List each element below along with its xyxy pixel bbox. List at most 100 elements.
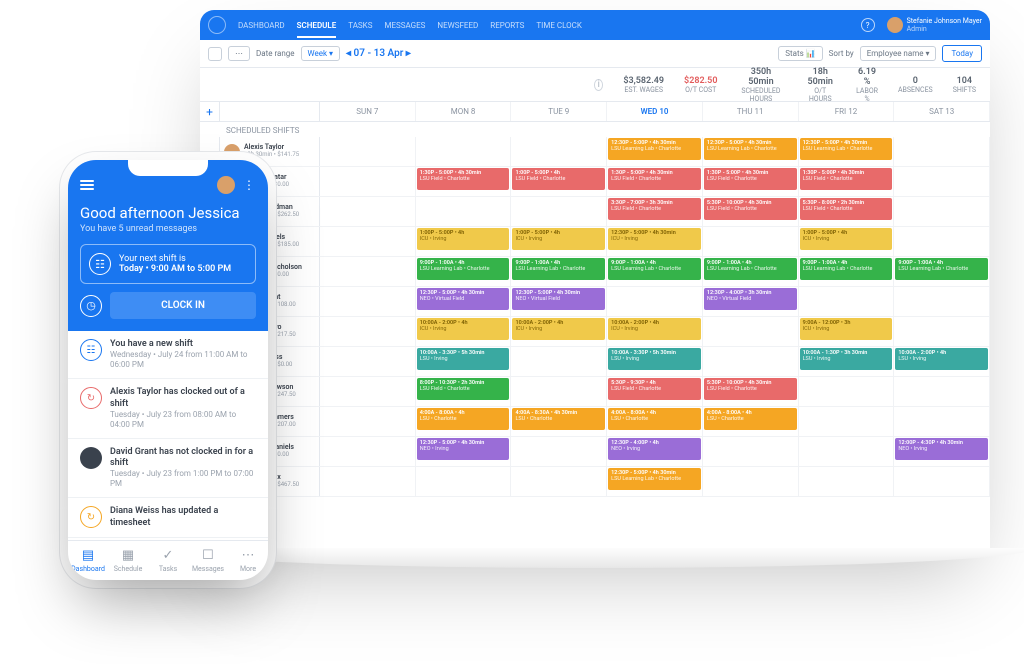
empty-cell[interactable] bbox=[703, 467, 799, 496]
tab-messages[interactable]: ☐Messages bbox=[188, 541, 228, 580]
menu-icon[interactable] bbox=[80, 180, 94, 190]
empty-cell[interactable] bbox=[799, 467, 895, 496]
shift-block[interactable]: 12:30P - 5:00P • 4h 30minICU • Irving bbox=[608, 228, 701, 250]
empty-cell[interactable] bbox=[511, 437, 607, 466]
shift-block[interactable]: 12:30P - 5:00P • 4h 30minLSU Learning La… bbox=[608, 138, 701, 160]
shift-block[interactable]: 8:00P - 10:30P • 2h 30minLSU Field • Cha… bbox=[417, 378, 510, 400]
shift-block[interactable]: 1:00P - 5:00P • 4hICU • Irving bbox=[512, 228, 605, 250]
tab-tasks[interactable]: ✓Tasks bbox=[148, 541, 188, 580]
feed-item[interactable]: David Grant has not clocked in for a shi… bbox=[68, 439, 268, 499]
date-range-value[interactable]: ◂ 07 - 13 Apr ▸ bbox=[346, 48, 411, 59]
shift-block[interactable]: 5:30P - 8:00P • 2h 30minLSU Field • Char… bbox=[800, 198, 893, 220]
nav-dashboard[interactable]: DASHBOARD bbox=[238, 21, 285, 30]
empty-cell[interactable] bbox=[511, 197, 607, 226]
empty-cell[interactable] bbox=[320, 317, 416, 346]
empty-cell[interactable] bbox=[894, 197, 990, 226]
shift-block[interactable]: 3:30P - 7:00P • 3h 30minLSU Field • Char… bbox=[608, 198, 701, 220]
day-header[interactable]: THU 11 bbox=[703, 102, 799, 121]
nav-schedule[interactable]: SCHEDULE bbox=[297, 21, 337, 38]
shift-block[interactable]: 4:00A - 8:00A • 4hLSU • Charlotte bbox=[608, 408, 701, 430]
shift-block[interactable]: 1:00P - 5:00P • 4hICU • Irving bbox=[800, 228, 893, 250]
shift-block[interactable]: 12:30P - 5:00P • 4h 30minNEO • Virtual F… bbox=[417, 288, 510, 310]
day-header[interactable]: MON 8 bbox=[416, 102, 512, 121]
tab-schedule[interactable]: ▦Schedule bbox=[108, 541, 148, 580]
empty-cell[interactable] bbox=[320, 347, 416, 376]
empty-cell[interactable] bbox=[894, 137, 990, 166]
tab-dashboard[interactable]: ▤Dashboard bbox=[68, 541, 108, 580]
feed-item[interactable]: ☷You have a new shiftWednesday • July 24… bbox=[68, 331, 268, 379]
empty-cell[interactable] bbox=[320, 257, 416, 286]
empty-cell[interactable] bbox=[894, 317, 990, 346]
empty-cell[interactable] bbox=[511, 467, 607, 496]
empty-cell[interactable] bbox=[416, 467, 512, 496]
empty-cell[interactable] bbox=[320, 137, 416, 166]
empty-cell[interactable] bbox=[511, 347, 607, 376]
nav-messages[interactable]: MESSAGES bbox=[384, 21, 425, 30]
empty-cell[interactable] bbox=[894, 227, 990, 256]
stats-toggle[interactable]: Stats 📊 bbox=[778, 46, 822, 61]
empty-cell[interactable] bbox=[894, 287, 990, 316]
shift-block[interactable]: 12:30P - 5:00P • 4h 30minLSU Learning La… bbox=[704, 138, 797, 160]
empty-cell[interactable] bbox=[416, 137, 512, 166]
feed-item[interactable]: ↻Diana Weiss has updated a timesheet bbox=[68, 498, 268, 538]
shift-block[interactable]: 10:00A - 2:00P • 4hICU • Irving bbox=[512, 318, 605, 340]
empty-cell[interactable] bbox=[703, 437, 799, 466]
today-button[interactable]: Today bbox=[942, 45, 982, 62]
empty-cell[interactable] bbox=[894, 407, 990, 436]
nav-time clock[interactable]: TIME CLOCK bbox=[536, 21, 581, 30]
shift-block[interactable]: 4:00A - 8:00A • 4hLSU • Charlotte bbox=[417, 408, 510, 430]
shift-block[interactable]: 9:00P - 1:00A • 4hLSU Learning Lab • Cha… bbox=[704, 258, 797, 280]
empty-cell[interactable] bbox=[511, 137, 607, 166]
empty-cell[interactable] bbox=[894, 467, 990, 496]
empty-cell[interactable] bbox=[320, 437, 416, 466]
shift-block[interactable]: 10:00A - 3:30P • 5h 30minLSU • Irving bbox=[417, 348, 510, 370]
avatar[interactable] bbox=[217, 176, 235, 194]
empty-cell[interactable] bbox=[703, 347, 799, 376]
empty-cell[interactable] bbox=[320, 407, 416, 436]
shift-block[interactable]: 9:00P - 1:00A • 4hLSU Learning Lab • Cha… bbox=[512, 258, 605, 280]
empty-cell[interactable] bbox=[799, 287, 895, 316]
add-shift-button[interactable]: + bbox=[200, 102, 220, 121]
shift-block[interactable]: 1:30P - 5:00P • 4h 30minLSU Field • Char… bbox=[800, 168, 893, 190]
shift-block[interactable]: 12:00P - 4:30P • 4h 30minNEO • Irving bbox=[895, 438, 988, 460]
shift-block[interactable]: 12:30P - 5:00P • 4h 30minNEO • Irving bbox=[417, 438, 510, 460]
empty-cell[interactable] bbox=[416, 197, 512, 226]
empty-cell[interactable] bbox=[894, 377, 990, 406]
nav-reports[interactable]: REPORTS bbox=[490, 21, 524, 30]
shift-block[interactable]: 10:00A - 2:00P • 4hLSU • Irving bbox=[895, 348, 988, 370]
shift-block[interactable]: 9:00P - 1:00A • 4hLSU Learning Lab • Cha… bbox=[800, 258, 893, 280]
empty-cell[interactable] bbox=[799, 437, 895, 466]
shift-block[interactable]: 1:30P - 5:00P • 4h 30minLSU Field • Char… bbox=[608, 168, 701, 190]
empty-cell[interactable] bbox=[320, 197, 416, 226]
range-select[interactable]: Week ▾ bbox=[301, 46, 341, 61]
day-header[interactable]: WED 10 bbox=[607, 102, 703, 121]
empty-cell[interactable] bbox=[703, 317, 799, 346]
shift-block[interactable]: 9:00P - 1:00A • 4hLSU Learning Lab • Cha… bbox=[895, 258, 988, 280]
shift-block[interactable]: 1:30P - 5:00P • 4h 30minLSU Field • Char… bbox=[417, 168, 510, 190]
empty-cell[interactable] bbox=[607, 287, 703, 316]
bulk-action-dropdown[interactable]: ⋯ bbox=[228, 46, 250, 61]
current-user[interactable]: Stefanie Johnson Mayer Admin bbox=[887, 17, 982, 33]
shift-block[interactable]: 9:00P - 1:00A • 4hLSU Learning Lab • Cha… bbox=[417, 258, 510, 280]
shift-block[interactable]: 10:00A - 2:00P • 4hICU • Irving bbox=[608, 318, 701, 340]
shift-block[interactable]: 12:30P - 5:00P • 4h 30minLSU Learning La… bbox=[800, 138, 893, 160]
empty-cell[interactable] bbox=[894, 167, 990, 196]
shift-block[interactable]: 4:00A - 8:00A • 4hLSU • Charlotte bbox=[704, 408, 797, 430]
feed-item[interactable]: ↻Alexis Taylor has clocked out of a shif… bbox=[68, 379, 268, 439]
shift-block[interactable]: 12:30P - 5:00P • 4h 30minLSU Learning La… bbox=[608, 468, 701, 490]
shift-block[interactable]: 5:30P - 10:00P • 4h 30minLSU Field • Cha… bbox=[704, 378, 797, 400]
shift-block[interactable]: 10:00A - 3:30P • 5h 30minLSU • Irving bbox=[608, 348, 701, 370]
day-header[interactable]: FRI 12 bbox=[799, 102, 895, 121]
empty-cell[interactable] bbox=[703, 227, 799, 256]
day-header[interactable]: TUE 9 bbox=[511, 102, 607, 121]
next-shift-card[interactable]: ☷ Your next shift is Today • 9:00 AM to … bbox=[80, 244, 256, 284]
nav-tasks[interactable]: TASKS bbox=[348, 21, 372, 30]
help-icon[interactable]: ? bbox=[861, 18, 875, 32]
shift-block[interactable]: 12:30P - 4:00P • 4hNEO • Irving bbox=[608, 438, 701, 460]
empty-cell[interactable] bbox=[799, 377, 895, 406]
shift-block[interactable]: 1:30P - 5:00P • 4h 30minLSU Field • Char… bbox=[704, 168, 797, 190]
sort-select[interactable]: Employee name ▾ bbox=[860, 46, 937, 61]
day-header[interactable]: SAT 13 bbox=[894, 102, 990, 121]
day-header[interactable]: SUN 7 bbox=[320, 102, 416, 121]
tab-more[interactable]: ⋯More bbox=[228, 541, 268, 580]
